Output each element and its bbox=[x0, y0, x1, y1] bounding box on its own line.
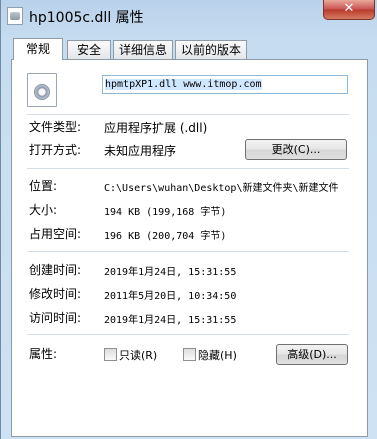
dll-file-icon bbox=[27, 73, 57, 107]
divider bbox=[27, 114, 349, 115]
size-on-disk-label: 占用空间: bbox=[29, 227, 82, 241]
change-button[interactable]: 更改(C)... bbox=[245, 139, 347, 160]
open-with-label: 打开方式: bbox=[29, 143, 82, 157]
tab-previous-versions[interactable]: 以前的版本 bbox=[175, 40, 247, 59]
file-type-value: 应用程序扩展 (.dll) bbox=[104, 121, 208, 135]
close-button[interactable]: ✕ bbox=[323, 0, 375, 20]
open-with-value: 未知应用程序 bbox=[104, 144, 177, 158]
general-panel bbox=[11, 59, 368, 437]
accessed-value: 2019年1月24日, 15:31:55 bbox=[104, 315, 237, 326]
modified-label: 修改时间: bbox=[29, 287, 82, 301]
size-value: 194 KB (199,168 字节) bbox=[104, 207, 227, 218]
file-type-label: 文件类型: bbox=[29, 120, 82, 134]
divider bbox=[27, 334, 349, 335]
location-value: C:\Users\wuhan\Desktop\新建文件夹\新建文件 bbox=[104, 183, 339, 194]
tab-details[interactable]: 详细信息 bbox=[113, 40, 173, 59]
advanced-button[interactable]: 高级(D)... bbox=[276, 344, 348, 365]
divider bbox=[27, 168, 349, 169]
readonly-label[interactable]: 只读(R) bbox=[119, 347, 157, 363]
attributes-label: 属性: bbox=[29, 347, 58, 361]
title-bar[interactable]: hp1005c.dll 属性 ✕ bbox=[1, 0, 377, 32]
accessed-label: 访问时间: bbox=[29, 311, 82, 325]
properties-window: hp1005c.dll 属性 ✕ 常规 安全 详细信息 以前的版本 hpmtpX… bbox=[0, 0, 377, 439]
created-label: 创建时间: bbox=[29, 263, 82, 277]
gear-icon bbox=[34, 84, 50, 100]
tab-security[interactable]: 安全 bbox=[67, 40, 111, 59]
hidden-label[interactable]: 隐藏(H) bbox=[198, 347, 237, 363]
file-name-field[interactable]: hpmtpXP1.dll www.itmop.com bbox=[102, 75, 348, 94]
created-value: 2019年1月24日, 15:31:55 bbox=[104, 267, 237, 278]
divider bbox=[27, 251, 349, 252]
window-title: hp1005c.dll 属性 bbox=[29, 10, 144, 26]
readonly-checkbox[interactable] bbox=[104, 348, 117, 361]
modified-value: 2011年5月20日, 10:34:50 bbox=[104, 291, 237, 302]
file-name-text: hpmtpXP1.dll www.itmop.com bbox=[105, 79, 262, 90]
tab-general[interactable]: 常规 bbox=[13, 38, 63, 60]
location-label: 位置: bbox=[29, 179, 58, 193]
dll-file-icon bbox=[7, 7, 23, 25]
size-label: 大小: bbox=[29, 203, 58, 217]
size-on-disk-value: 196 KB (200,704 字节) bbox=[104, 231, 227, 242]
hidden-checkbox[interactable] bbox=[183, 348, 196, 361]
